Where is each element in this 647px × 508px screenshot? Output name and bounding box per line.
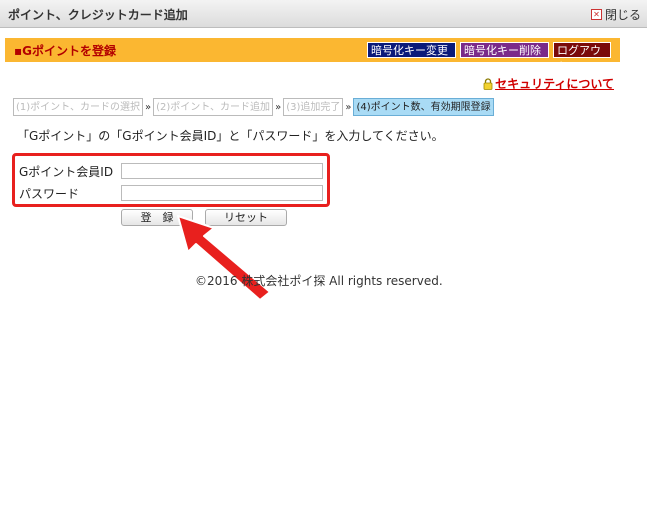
member-id-label: Gポイント会員ID	[19, 165, 114, 179]
close-icon: ✕	[590, 9, 602, 20]
page-title: ▪Gポイントを登録	[14, 44, 116, 58]
window-titlebar: ポイント、クレジットカード追加 ✕ 閉じる	[0, 0, 647, 28]
step-1: (1)ポイント、カードの選択	[13, 98, 143, 116]
close-label: 閉じる	[604, 8, 641, 22]
copyright-text: ©2016 株式会社ポイ探 All rights reserved.	[195, 274, 443, 288]
window-title: ポイント、クレジットカード追加	[8, 8, 188, 22]
password-label: パスワード	[19, 187, 80, 201]
change-encryption-key-button[interactable]: 暗号化キー変更	[367, 42, 456, 58]
close-button[interactable]: ✕ 閉じる	[590, 6, 641, 23]
header-bar: ▪Gポイントを登録 暗号化キー変更 暗号化キー削除 ログアウト	[5, 38, 620, 73]
step-separator: »	[345, 101, 352, 113]
step-separator: »	[275, 101, 282, 113]
logout-button[interactable]: ログアウト	[553, 42, 611, 73]
step-2: (2)ポイント、カード追加	[153, 98, 274, 116]
security-link[interactable]: セキュリティについて	[483, 75, 614, 92]
member-id-input[interactable]	[121, 163, 323, 179]
step-4-current: (4)ポイント数、有効期限登録	[353, 98, 494, 116]
password-input[interactable]	[121, 185, 323, 201]
delete-encryption-key-button[interactable]: 暗号化キー削除	[460, 42, 549, 58]
lock-icon	[483, 77, 493, 90]
step-3: (3)追加完了	[283, 98, 344, 116]
step-separator: »	[144, 101, 152, 113]
instruction-text: 「Gポイント」の「Gポイント会員ID」と「パスワード」を入力してください。	[17, 129, 444, 143]
security-link-label: セキュリティについて	[495, 77, 614, 91]
credentials-form: Gポイント会員ID パスワード	[12, 153, 330, 207]
step-breadcrumb: (1)ポイント、カードの選択 » (2)ポイント、カード追加 » (3)追加完了…	[13, 97, 494, 117]
